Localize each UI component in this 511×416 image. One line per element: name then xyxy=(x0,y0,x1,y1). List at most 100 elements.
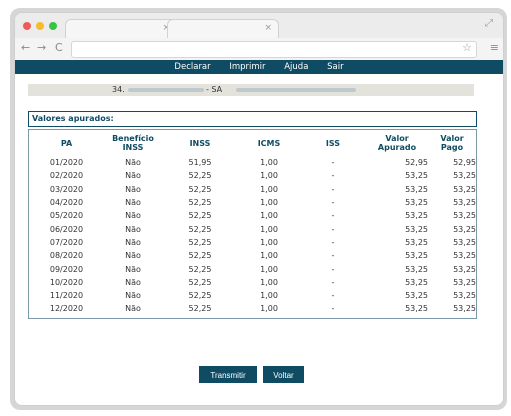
browser-window: × × ⤢ ← → C ☆ ≡ Declarar Imprimir Ajuda … xyxy=(14,12,504,406)
cell-icms: 1,00 xyxy=(260,224,278,234)
browser-menu-icon[interactable]: ≡ xyxy=(490,41,499,54)
cell-pa: 04/2020 xyxy=(49,198,84,208)
maximize-window-button[interactable] xyxy=(49,22,57,30)
cell-icms: 1,00 xyxy=(260,291,278,301)
fullscreen-icon[interactable]: ⤢ xyxy=(485,18,493,29)
cell-pa: 08/2020 xyxy=(49,251,84,261)
title-bar: × × ⤢ xyxy=(15,13,503,39)
cell-icms: 1,00 xyxy=(260,251,278,261)
cell-iss: - xyxy=(331,291,335,301)
nav-imprimir[interactable]: Imprimir xyxy=(229,62,265,72)
table-row: 06/2020 Não 52,25 1,00 - 53,25 53,25 xyxy=(29,222,476,235)
header-iss: ISS xyxy=(325,138,341,148)
table-row: 10/2020 Não 52,25 1,00 - 53,25 53,25 xyxy=(29,276,476,289)
cell-icms: 1,00 xyxy=(260,264,278,274)
cell-valor-pago: 53,25 xyxy=(453,251,476,261)
cell-valor-apurado: 53,25 xyxy=(405,304,428,314)
cell-icms: 1,00 xyxy=(260,304,278,314)
cell-valor-pago: 53,25 xyxy=(453,184,476,194)
cell-valor-pago: 53,25 xyxy=(453,264,476,274)
cell-valor-apurado: 53,25 xyxy=(405,264,428,274)
cell-pa: 05/2020 xyxy=(49,211,84,221)
nav-declarar[interactable]: Declarar xyxy=(174,62,210,72)
browser-tab[interactable]: × xyxy=(167,19,279,39)
values-table: PA Benefício INSS INSS ICMS ISS Valor Apur… xyxy=(29,130,476,316)
cell-inss: 52,25 xyxy=(188,184,212,194)
cell-beneficio: Não xyxy=(125,184,141,194)
section-title: Valores apurados: xyxy=(28,111,477,127)
table-row: 12/2020 Não 52,25 1,00 - 53,25 53,25 xyxy=(29,302,476,315)
cell-valor-pago: 53,25 xyxy=(453,304,476,314)
cell-valor-apurado: 52,95 xyxy=(405,158,428,168)
table-row: 04/2020 Não 52,25 1,00 - 53,25 53,25 xyxy=(29,196,476,209)
cell-pa: 06/2020 xyxy=(49,224,84,234)
cell-beneficio: Não xyxy=(125,198,141,208)
cell-beneficio: Não xyxy=(125,237,141,247)
company-separator: - SA xyxy=(206,85,223,94)
url-input[interactable]: ☆ xyxy=(71,41,477,58)
cell-inss: 52,25 xyxy=(188,211,212,221)
header-beneficio: Benefício INSS xyxy=(112,134,154,152)
table-row: 09/2020 Não 52,25 1,00 - 53,25 53,25 xyxy=(29,262,476,275)
cell-valor-pago: 53,25 xyxy=(453,211,476,221)
cell-valor-apurado: 53,25 xyxy=(405,277,428,287)
cell-iss: - xyxy=(331,304,335,314)
cell-iss: - xyxy=(331,237,335,247)
cell-beneficio: Não xyxy=(125,304,141,314)
transmitir-button[interactable]: Transmitir xyxy=(199,366,257,383)
cell-valor-apurado: 53,25 xyxy=(405,291,428,301)
header-inss: INSS xyxy=(189,138,211,148)
cell-icms: 1,00 xyxy=(260,171,278,181)
cell-inss: 52,25 xyxy=(188,277,212,287)
browser-tab[interactable]: × xyxy=(65,19,177,39)
cell-iss: - xyxy=(331,277,335,287)
cnpj-prefix: 34. xyxy=(112,85,125,94)
cell-iss: - xyxy=(331,184,335,194)
header-icms: ICMS xyxy=(257,138,281,148)
bookmark-star-icon[interactable]: ☆ xyxy=(462,41,472,54)
cell-pa: 07/2020 xyxy=(49,237,84,247)
cell-valor-apurado: 53,25 xyxy=(405,198,428,208)
main-nav: Declarar Imprimir Ajuda Sair xyxy=(15,60,503,74)
back-arrow-icon[interactable]: ← xyxy=(21,41,30,54)
voltar-button[interactable]: Voltar xyxy=(263,366,304,383)
cell-icms: 1,00 xyxy=(260,277,278,287)
header-valor-apurado: Valor Apurado xyxy=(377,134,417,152)
cell-valor-apurado: 53,25 xyxy=(405,237,428,247)
cell-icms: 1,00 xyxy=(260,237,278,247)
minimize-window-button[interactable] xyxy=(36,22,44,30)
cell-pa: 12/2020 xyxy=(49,304,84,314)
close-tab-icon[interactable]: × xyxy=(264,23,272,33)
table-row: 11/2020 Não 52,25 1,00 - 53,25 53,25 xyxy=(29,289,476,302)
cell-inss: 51,95 xyxy=(188,158,212,168)
table-row: 05/2020 Não 52,25 1,00 - 53,25 53,25 xyxy=(29,209,476,222)
header-valor-pago: Valor Pago xyxy=(440,134,464,152)
cell-pa: 02/2020 xyxy=(49,171,84,181)
header-pa: PA xyxy=(60,138,73,148)
cell-valor-apurado: 53,25 xyxy=(405,251,428,261)
cell-valor-apurado: 53,25 xyxy=(405,171,428,181)
cell-icms: 1,00 xyxy=(260,158,278,168)
reload-icon[interactable]: C xyxy=(55,41,63,54)
cell-beneficio: Não xyxy=(125,251,141,261)
nav-ajuda[interactable]: Ajuda xyxy=(284,62,308,72)
cell-pa: 10/2020 xyxy=(49,277,84,287)
cell-icms: 1,00 xyxy=(260,184,278,194)
cell-inss: 52,25 xyxy=(188,198,212,208)
redacted-cnpj xyxy=(128,88,204,92)
cell-beneficio: Não xyxy=(125,277,141,287)
table-row: 07/2020 Não 52,25 1,00 - 53,25 53,25 xyxy=(29,236,476,249)
address-bar: ← → C ☆ ≡ xyxy=(15,38,503,61)
cell-valor-apurado: 53,25 xyxy=(405,211,428,221)
cell-valor-apurado: 53,25 xyxy=(405,184,428,194)
table-row: 03/2020 Não 52,25 1,00 - 53,25 53,25 xyxy=(29,183,476,196)
cell-pa: 09/2020 xyxy=(49,264,84,274)
nav-sair[interactable]: Sair xyxy=(327,62,343,72)
forward-arrow-icon[interactable]: → xyxy=(37,41,46,54)
close-window-button[interactable] xyxy=(23,22,31,30)
cell-valor-pago: 53,25 xyxy=(453,198,476,208)
window-shadow: × × ⤢ ← → C ☆ ≡ Declarar Imprimir Ajuda … xyxy=(10,8,507,410)
cell-inss: 52,25 xyxy=(188,304,212,314)
values-table-container: PA Benefício INSS INSS ICMS ISS Valor Apur… xyxy=(28,129,477,319)
cell-valor-pago: 53,25 xyxy=(453,224,476,234)
